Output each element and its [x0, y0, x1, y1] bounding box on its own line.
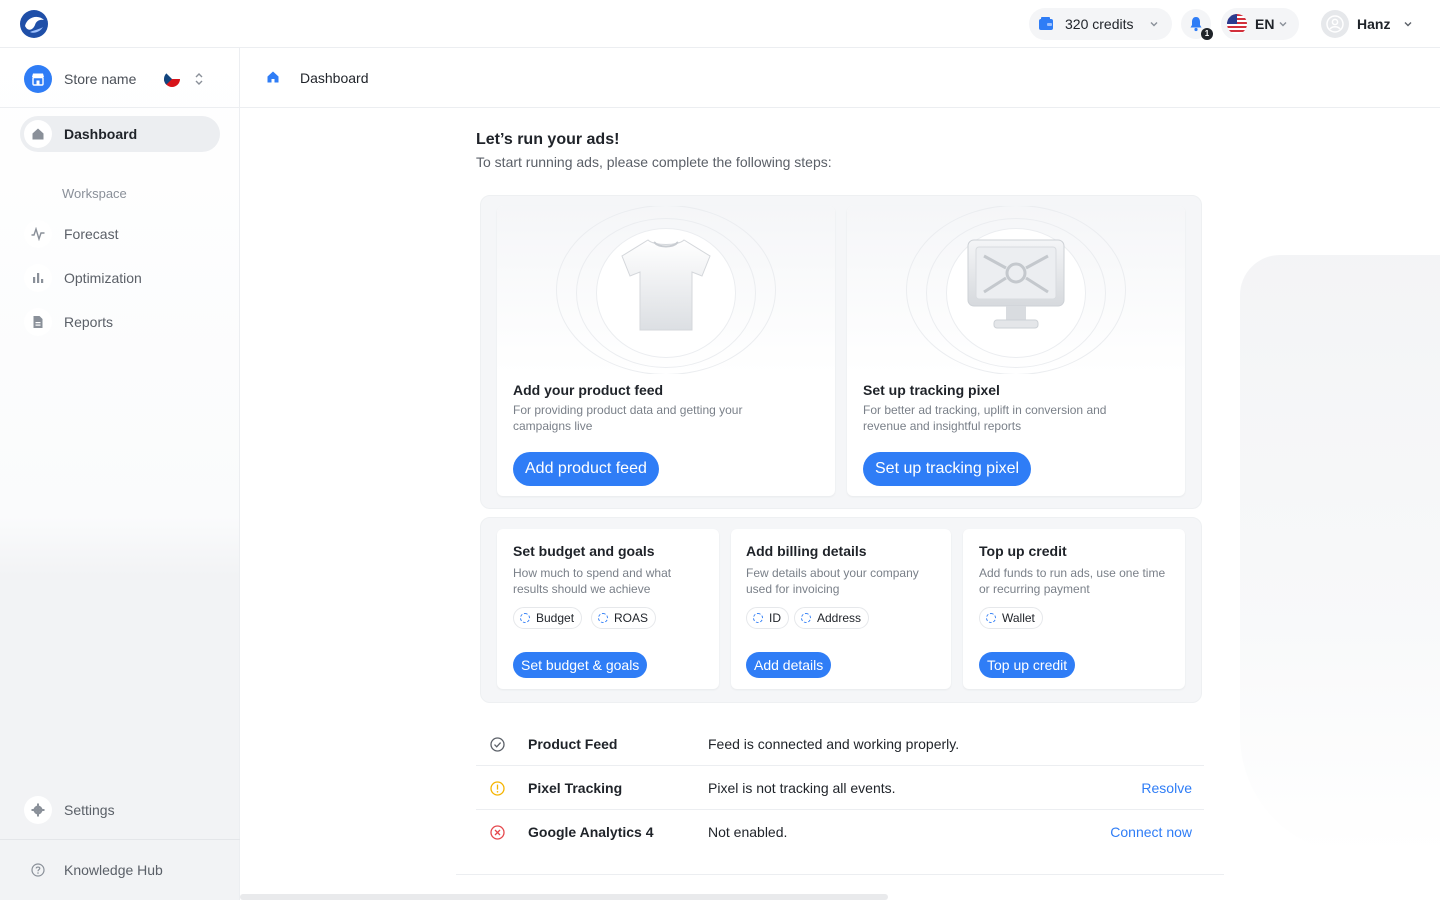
connect-now-link[interactable]: Connect now: [1110, 824, 1192, 840]
card-description: Few details about your company used for …: [746, 566, 919, 596]
card-description: For better ad tracking, uplift in conver…: [863, 403, 1107, 433]
document-icon: [24, 308, 52, 336]
status-row-pixel-tracking: Pixel Tracking Pixel is not tracking all…: [476, 766, 1204, 810]
sidebar: Store name Dashboard Workspace Forecast …: [0, 48, 240, 900]
status-message: Not enabled.: [708, 824, 788, 840]
error-circle-icon: [490, 825, 505, 840]
us-flag-icon: [1227, 14, 1247, 34]
sidebar-item-optimization[interactable]: Optimization: [20, 260, 220, 296]
card-title: Add billing details: [746, 543, 867, 559]
language-label: EN: [1255, 16, 1275, 32]
credits-dropdown[interactable]: 320 credits: [1029, 8, 1172, 40]
breadcrumb: Dashboard: [240, 48, 1440, 108]
home-icon[interactable]: [266, 70, 280, 84]
budget-goals-card: Set budget and goals How much to spend a…: [497, 529, 719, 689]
status-row-product-feed: Product Feed Feed is connected and worki…: [476, 722, 1204, 766]
status-row-google-analytics: Google Analytics 4 Not enabled. Connect …: [476, 810, 1204, 854]
sidebar-item-dashboard[interactable]: Dashboard: [20, 116, 220, 152]
user-menu[interactable]: Hanz: [1321, 10, 1414, 38]
brand-logo-icon[interactable]: [18, 8, 50, 40]
top-up-credit-card: Top up credit Add funds to run ads, use …: [963, 529, 1185, 689]
warning-circle-icon: [490, 781, 505, 796]
divider: [0, 107, 240, 108]
address-chip: Address: [794, 607, 870, 629]
sidebar-item-label: Knowledge Hub: [64, 862, 163, 878]
chevron-up-down-icon: [195, 73, 203, 85]
page-title: Let’s run your ads!: [476, 131, 620, 148]
monitor-icon: [967, 239, 1065, 329]
status-name: Google Analytics 4: [528, 824, 654, 840]
setup-panel-primary: Add your product feed For providing prod…: [480, 195, 1202, 509]
bar-chart-icon: [24, 264, 52, 292]
card-description: Add funds to run ads, use one time or re…: [979, 566, 1166, 596]
card-description: For providing product data and getting y…: [513, 403, 743, 433]
add-product-feed-button[interactable]: Add product feed: [513, 452, 659, 486]
tracking-pixel-card: Set up tracking pixel For better ad trac…: [847, 206, 1185, 496]
czech-flag-icon: [164, 71, 180, 87]
tshirt-icon: [621, 239, 711, 331]
card-description: How much to spend and what results shoul…: [513, 566, 672, 596]
set-up-tracking-pixel-button[interactable]: Set up tracking pixel: [863, 452, 1032, 486]
sidebar-item-label: Dashboard: [64, 126, 138, 142]
avatar: [1321, 10, 1349, 38]
card-title: Add your product feed: [513, 382, 664, 398]
id-chip: ID: [746, 607, 789, 629]
sidebar-item-label: Forecast: [64, 226, 119, 242]
budget-chip: Budget: [513, 607, 583, 629]
sidebar-item-label: Optimization: [64, 270, 142, 286]
sidebar-item-label: Reports: [64, 314, 114, 330]
card-title: Top up credit: [979, 543, 1067, 559]
notifications-button[interactable]: 1: [1181, 9, 1213, 40]
divider: [0, 839, 240, 840]
product-feed-illustration: [497, 206, 835, 374]
tracking-pixel-illustration: [847, 206, 1185, 374]
roas-chip: ROAS: [591, 607, 657, 629]
credits-label: 320 credits: [1065, 16, 1134, 32]
gear-icon: [24, 796, 52, 824]
card-title: Set budget and goals: [513, 543, 655, 559]
notification-badge: 1: [1201, 28, 1213, 40]
horizontal-scrollbar[interactable]: [240, 894, 888, 900]
status-name: Pixel Tracking: [528, 780, 623, 796]
language-selector[interactable]: EN: [1221, 8, 1299, 40]
store-icon: [24, 65, 52, 93]
wallet-chip: Wallet: [979, 607, 1043, 629]
resolve-link[interactable]: Resolve: [1141, 780, 1192, 796]
setup-panel-secondary: Set budget and goals How much to spend a…: [480, 517, 1202, 703]
card-title: Set up tracking pixel: [863, 382, 1000, 398]
sidebar-item-knowledge-hub[interactable]: Knowledge Hub: [20, 852, 220, 888]
store-switcher[interactable]: Store name: [24, 65, 224, 93]
divider: [456, 874, 1224, 875]
user-icon: [1326, 15, 1344, 33]
status-message: Feed is connected and working properly.: [708, 736, 960, 752]
user-name: Hanz: [1357, 16, 1391, 32]
store-name: Store name: [64, 71, 137, 87]
product-feed-card: Add your product feed For providing prod…: [497, 206, 835, 496]
chevron-down-icon: [1150, 22, 1158, 27]
status-name: Product Feed: [528, 736, 618, 752]
chevron-down-icon: [1404, 22, 1412, 27]
pulse-icon: [24, 220, 52, 248]
background-decoration: [1240, 255, 1440, 855]
workspace-label: Workspace: [62, 186, 127, 201]
chevron-down-icon: [1279, 22, 1287, 27]
top-up-credit-button[interactable]: Top up credit: [979, 652, 1076, 678]
home-icon: [24, 120, 52, 148]
add-details-button[interactable]: Add details: [746, 652, 832, 678]
breadcrumb-current: Dashboard: [300, 70, 369, 86]
wallet-icon: [1039, 17, 1053, 30]
sidebar-item-settings[interactable]: Settings: [20, 792, 220, 828]
status-message: Pixel is not tracking all events.: [708, 780, 896, 796]
billing-details-card: Add billing details Few details about yo…: [731, 529, 951, 689]
sidebar-item-reports[interactable]: Reports: [20, 304, 220, 340]
help-circle-icon: [24, 856, 52, 884]
set-budget-goals-button[interactable]: Set budget & goals: [513, 652, 648, 678]
check-circle-icon: [490, 737, 505, 752]
sidebar-item-label: Settings: [64, 802, 115, 818]
page-subtitle: To start running ads, please complete th…: [476, 154, 832, 170]
sidebar-item-forecast[interactable]: Forecast: [20, 216, 220, 252]
top-bar: 320 credits 1 EN Hanz: [0, 0, 1440, 48]
